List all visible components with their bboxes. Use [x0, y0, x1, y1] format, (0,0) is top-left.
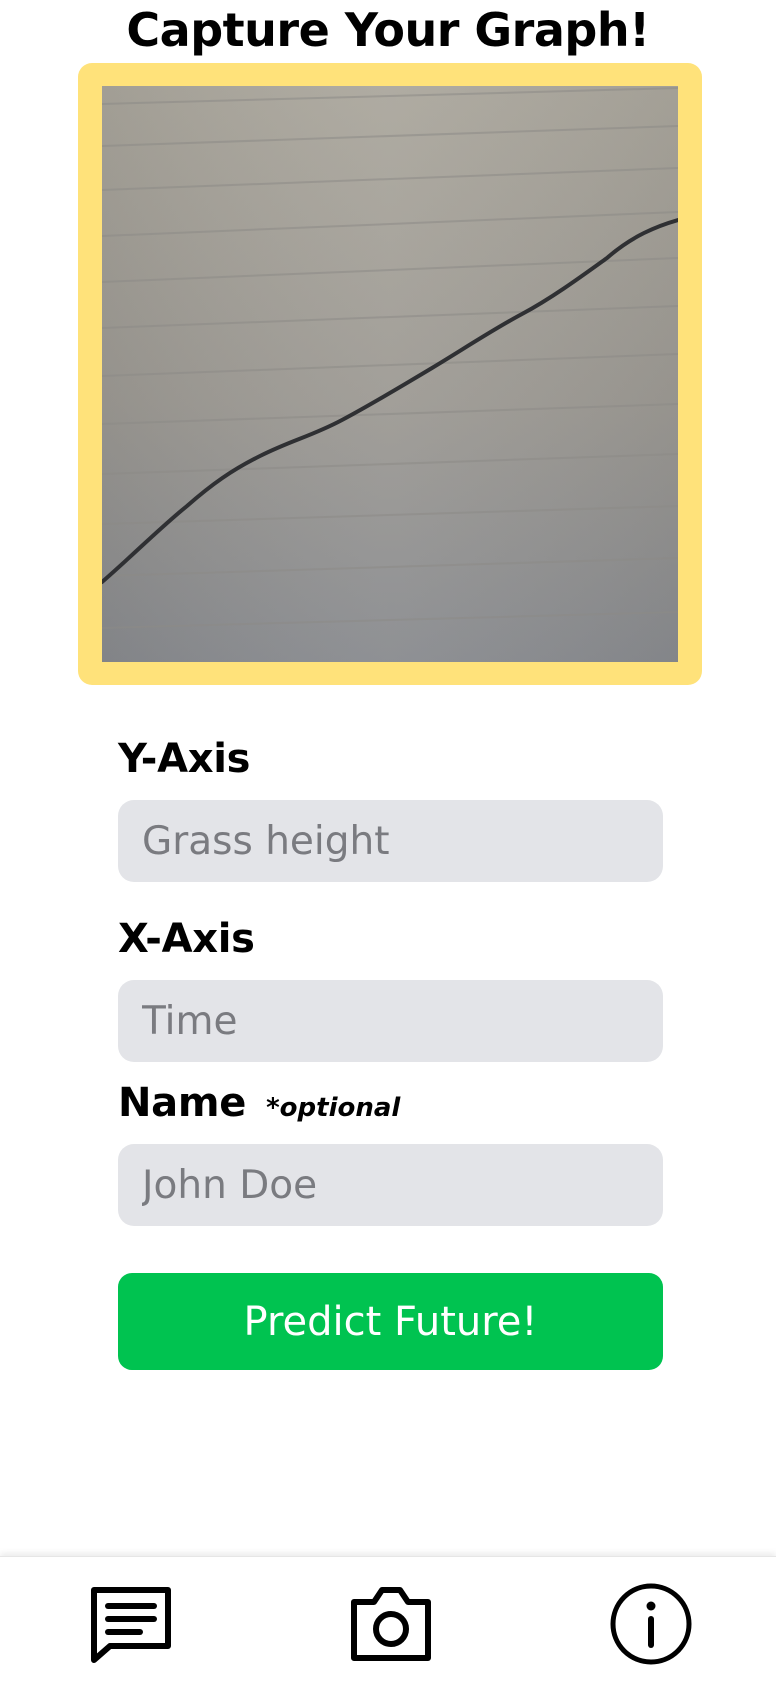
- notebook-graph-image: [102, 86, 678, 662]
- y-axis-label: Y-Axis: [118, 736, 251, 782]
- graph-photo: [102, 86, 678, 662]
- chat-icon: [91, 1587, 171, 1663]
- nav-camera-button[interactable]: [346, 1579, 436, 1669]
- info-icon: [610, 1583, 692, 1665]
- nav-info-button[interactable]: [606, 1579, 696, 1669]
- name-label: Name: [118, 1080, 247, 1126]
- camera-icon: [351, 1587, 431, 1661]
- predict-future-button[interactable]: Predict Future!: [118, 1273, 663, 1370]
- optional-note: *optional: [266, 1093, 401, 1123]
- name-label-row: Name *optional: [118, 1079, 400, 1132]
- graph-photo-frame: [78, 63, 702, 685]
- name-input[interactable]: [118, 1144, 663, 1226]
- x-axis-input[interactable]: [118, 980, 663, 1062]
- page-title: Capture Your Graph!: [126, 3, 650, 57]
- y-axis-input[interactable]: [118, 800, 663, 882]
- nav-chat-button[interactable]: [86, 1579, 176, 1669]
- x-axis-label: X-Axis: [118, 916, 255, 962]
- bottom-nav: [0, 1556, 776, 1685]
